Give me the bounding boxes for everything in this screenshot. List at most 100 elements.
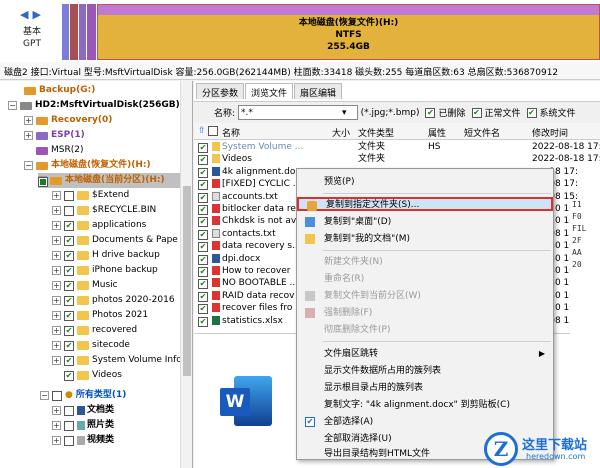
- tree-type-documents[interactable]: + 文档类: [52, 403, 114, 418]
- menu-select-all[interactable]: ✔ 全部选择(A): [297, 415, 553, 429]
- expand-icon[interactable]: +: [52, 206, 61, 215]
- tree-checkbox[interactable]: [64, 250, 74, 261]
- tree-type-videos[interactable]: + 视频类: [52, 433, 114, 448]
- expand-icon[interactable]: +: [52, 221, 61, 230]
- tree-folder-music[interactable]: + Music: [52, 278, 118, 293]
- expand-icon[interactable]: +: [52, 421, 61, 430]
- tree-folder-iphone[interactable]: + iPhone backup: [52, 263, 158, 278]
- expand-icon[interactable]: +: [52, 436, 61, 445]
- expand-icon[interactable]: +: [52, 191, 61, 200]
- file-checkbox[interactable]: [198, 217, 208, 228]
- expand-icon[interactable]: +: [52, 326, 61, 335]
- file-checkbox[interactable]: [198, 180, 208, 191]
- menu-show-root-clusters[interactable]: 显示根目录占用的簇列表: [297, 381, 553, 395]
- expand-icon[interactable]: +: [52, 266, 61, 275]
- tree-checkbox[interactable]: [64, 325, 74, 336]
- prev-disk-arrow-icon[interactable]: ◀: [20, 8, 28, 21]
- tree-item-recovery[interactable]: + Recovery(0): [24, 113, 112, 128]
- tree-checkbox[interactable]: [64, 235, 74, 246]
- tree-checkbox[interactable]: [64, 435, 74, 446]
- tree-checkbox[interactable]: [64, 340, 74, 351]
- deleted-files-checkbox[interactable]: [425, 107, 436, 118]
- menu-preview[interactable]: 预览(P): [297, 175, 553, 189]
- tree-checkbox[interactable]: [64, 205, 74, 216]
- tree-item-msr[interactable]: MSR(2): [36, 143, 83, 158]
- menu-copy-to-desktop[interactable]: 复制到"桌面"(D): [297, 215, 553, 229]
- up-folder-icon[interactable]: ⇧: [198, 126, 206, 136]
- tree-checkbox[interactable]: [64, 295, 74, 306]
- col-modified[interactable]: 修改时间: [532, 126, 568, 139]
- file-checkbox[interactable]: [198, 316, 208, 327]
- expand-icon[interactable]: +: [52, 341, 61, 350]
- col-short-name[interactable]: 短文件名: [464, 126, 500, 139]
- menu-copy-text[interactable]: 复制文字: "4k alignment.docx" 到剪贴板(C): [297, 398, 553, 412]
- tree-checkbox[interactable]: [38, 177, 48, 187]
- file-checkbox[interactable]: [198, 291, 208, 302]
- file-checkbox[interactable]: [198, 143, 208, 153]
- tree-checkbox[interactable]: [52, 390, 62, 401]
- tree-scrollbar[interactable]: [180, 81, 192, 468]
- system-files-checkbox[interactable]: [526, 107, 537, 118]
- tree-checkbox[interactable]: [64, 310, 74, 321]
- tree-checkbox[interactable]: [64, 280, 74, 291]
- file-checkbox[interactable]: [198, 205, 208, 215]
- col-name[interactable]: 名称: [222, 126, 240, 139]
- scrollbar-thumb[interactable]: [183, 186, 191, 376]
- tree-checkbox[interactable]: [64, 420, 74, 431]
- expand-icon[interactable]: +: [52, 356, 61, 365]
- file-checkbox[interactable]: [198, 267, 208, 277]
- dropdown-arrow-icon[interactable]: ▾: [342, 108, 347, 118]
- file-checkbox[interactable]: [198, 167, 208, 178]
- expand-icon[interactable]: +: [52, 406, 61, 415]
- tree-folder-recycle[interactable]: + $RECYCLE.BIN: [52, 203, 156, 218]
- menu-copy-to-folder[interactable]: 复制到指定文件夹(S)...: [297, 197, 553, 211]
- tab-sector-editor[interactable]: 扇区编辑: [294, 83, 343, 99]
- tree-checkbox[interactable]: [64, 370, 74, 381]
- menu-show-clusters[interactable]: 显示文件数据所占用的簇列表: [297, 364, 553, 378]
- tree-item-recovered-partition[interactable]: − 本地磁盘(恢复文件)(H:): [24, 158, 151, 173]
- file-checkbox[interactable]: [198, 279, 208, 290]
- tree-checkbox[interactable]: [64, 355, 74, 366]
- tree-checkbox[interactable]: [64, 220, 74, 231]
- tree-item-esp[interactable]: + ESP(1): [24, 128, 85, 143]
- collapse-icon[interactable]: −: [8, 101, 17, 110]
- col-size[interactable]: 大小: [332, 126, 350, 139]
- col-attr[interactable]: 属性: [428, 126, 446, 139]
- select-all-checkbox-header[interactable]: [208, 126, 221, 139]
- tree-folder-h-drive[interactable]: + H drive backup: [52, 248, 160, 263]
- tree-folder-videos[interactable]: Videos: [64, 368, 122, 383]
- expand-icon[interactable]: +: [24, 131, 33, 140]
- tree-folder-photos-2021[interactable]: + Photos 2021: [52, 308, 148, 323]
- partition-block-backup[interactable]: [62, 4, 69, 60]
- file-checkbox[interactable]: [198, 254, 208, 265]
- partition-block-main[interactable]: 本地磁盘(恢复文件)(H:) NTFS 255.4GB: [97, 4, 600, 60]
- file-checkbox[interactable]: [198, 304, 208, 315]
- file-checkbox[interactable]: [198, 192, 208, 203]
- partition-block-msr[interactable]: [87, 4, 96, 60]
- tab-partition-params[interactable]: 分区参数: [196, 83, 245, 99]
- name-filter-input[interactable]: [238, 105, 359, 120]
- expand-icon[interactable]: +: [52, 251, 61, 260]
- col-type[interactable]: 文件类型: [358, 126, 394, 139]
- tree-item-current-partition[interactable]: − 本地磁盘(当前分区)(H:): [38, 173, 180, 188]
- partition-block-recovery[interactable]: [70, 4, 78, 60]
- file-checkbox[interactable]: [198, 155, 208, 166]
- tree-item-all-types[interactable]: − ● 所有类型(1): [40, 388, 126, 403]
- tree-checkbox[interactable]: [64, 405, 74, 416]
- expand-icon[interactable]: +: [24, 116, 33, 125]
- file-row[interactable]: Videos 文件夹 2022-08-18 17:: [194, 153, 600, 166]
- tree-folder-photos-2020[interactable]: + photos 2020-2016: [52, 293, 175, 308]
- normal-files-checkbox[interactable]: [471, 107, 482, 118]
- menu-sector-jump[interactable]: 文件扇区跳转 ▶: [297, 347, 553, 361]
- tree-folder-system-volume[interactable]: + System Volume Info: [52, 353, 182, 368]
- tree-item-hd2[interactable]: − HD2:MsftVirtualDisk(256GB): [8, 98, 180, 113]
- partition-block-esp[interactable]: [79, 4, 86, 60]
- expand-icon[interactable]: +: [52, 311, 61, 320]
- expand-icon[interactable]: +: [52, 281, 61, 290]
- next-disk-arrow-icon[interactable]: ▶: [32, 8, 40, 21]
- tab-browse-files[interactable]: 浏览文件: [245, 83, 294, 99]
- tree-item-backup[interactable]: Backup(G:): [24, 83, 95, 98]
- file-row[interactable]: System Volume ... 文件夹 HS 2022-08-18 17:: [194, 141, 600, 153]
- collapse-icon[interactable]: −: [24, 161, 33, 170]
- tree-type-photos[interactable]: + 照片类: [52, 418, 114, 433]
